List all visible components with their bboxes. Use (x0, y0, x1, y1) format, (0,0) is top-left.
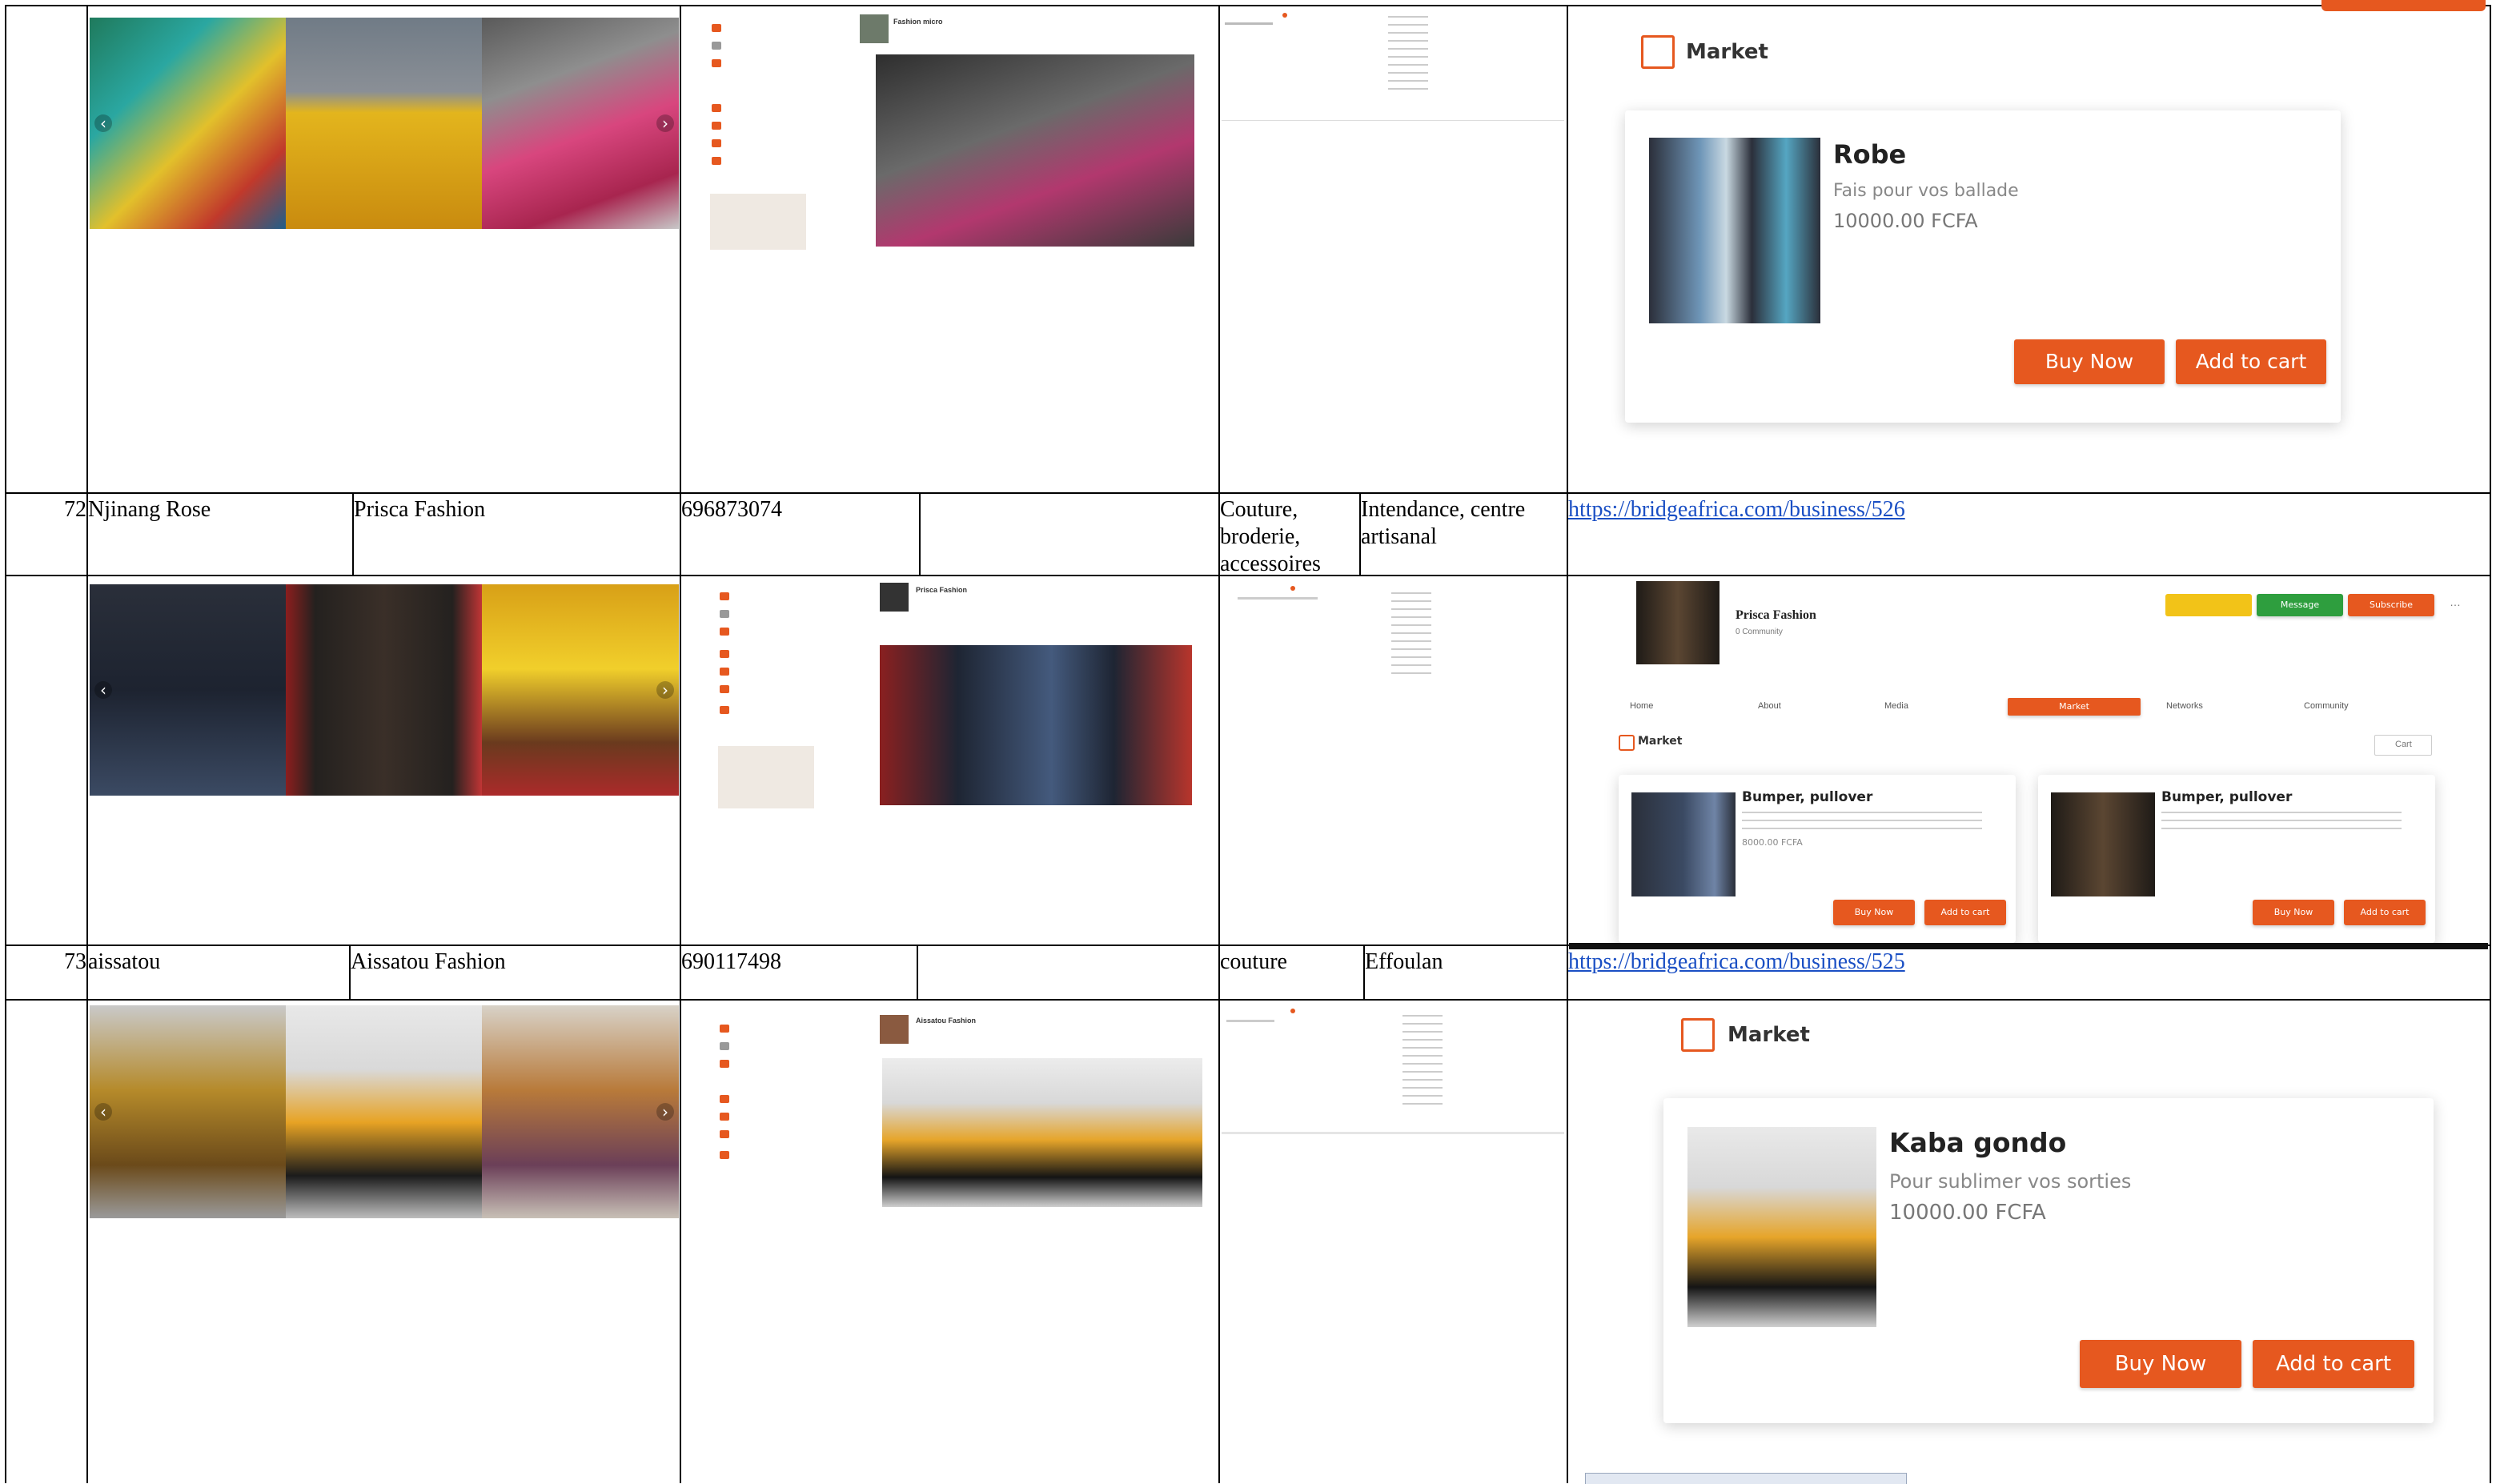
business-page-screenshot: Prisca Fashion 0 Community Message Subsc… (1569, 578, 2488, 949)
contact-thumbnail (1222, 581, 1564, 709)
buy-now-button[interactable]: Buy Now (1833, 900, 1915, 925)
business-link[interactable]: https://bridgeafrica.com/business/525 (1568, 949, 1905, 976)
product-description: Fais pour vos ballade (1833, 181, 2019, 201)
product-card: Robe Fais pour vos ballade 10000.00 FCFA… (1625, 110, 2341, 423)
nav-home[interactable]: Home (1630, 701, 1653, 711)
store-icon (1681, 1018, 1715, 1052)
nav-market[interactable]: Market (2008, 698, 2141, 716)
nav-community[interactable]: Community (2304, 701, 2349, 711)
product-image[interactable] (1687, 1127, 1876, 1327)
profile-name: Fashion micro (893, 18, 943, 26)
message-button[interactable]: Message (2257, 594, 2343, 616)
person-name: Njinang Rose (88, 497, 211, 522)
carousel-next-icon[interactable]: › (656, 114, 674, 132)
carousel-photo: ‹ › (90, 18, 679, 229)
product-image[interactable] (2051, 792, 2155, 896)
product-description: Pour sublimer vos sorties (1889, 1170, 2132, 1193)
location: Effoulan (1365, 949, 1443, 974)
store-icon (1619, 735, 1635, 751)
profile-name: Prisca Fashion (916, 586, 968, 594)
product-name: Bumper, pullover (2161, 789, 2293, 805)
profile-screenshot: Aissatou Fashion (684, 1007, 1212, 1215)
contact-thumbnail (1222, 8, 1564, 121)
product-card: Kaba gondo Pour sublimer vos sorties 100… (1663, 1098, 2434, 1423)
product-name: Robe (1833, 139, 1907, 170)
product-card: Bumper, pullover 8000.00 FCFA Buy Now Ad… (1619, 775, 2016, 943)
market-title: Market (1728, 1023, 1810, 1047)
nav-networks[interactable]: Networks (2166, 701, 2203, 711)
store-icon (1641, 35, 1675, 69)
product-image[interactable] (1631, 792, 1736, 896)
cart-button[interactable]: Cart (2395, 740, 2412, 749)
buy-now-button[interactable]: Buy Now (2253, 900, 2334, 925)
add-to-cart-button[interactable]: Add to cart (2176, 339, 2326, 384)
person-name: aissatou (88, 949, 161, 974)
carousel-next-icon[interactable]: › (656, 681, 674, 699)
market-title: Market (1638, 735, 1683, 748)
community-button[interactable] (2165, 594, 2252, 616)
product-price: 10000.00 FCFA (1833, 210, 1978, 232)
product-image[interactable] (1649, 138, 1820, 323)
carousel-prev-icon[interactable]: ‹ (94, 114, 112, 132)
row-number: 72 (64, 497, 86, 522)
category: Couture, broderie, accessoires (1220, 497, 1321, 576)
product-price: 10000.00 FCFA (1889, 1201, 2046, 1225)
contact-thumbnail (1222, 1004, 1564, 1134)
buy-now-button[interactable]: Buy Now (2014, 339, 2165, 384)
add-to-cart-button[interactable]: Add to cart (1924, 900, 2006, 925)
community-count: 0 Community (1736, 628, 1783, 636)
nav-about[interactable]: About (1758, 701, 1781, 711)
profile-screenshot: Prisca Fashion (684, 578, 1212, 810)
carousel-prev-icon[interactable]: ‹ (94, 1103, 112, 1121)
subscribe-button[interactable]: Subscribe (2348, 594, 2434, 616)
carousel-photo: ‹ › (90, 1005, 679, 1218)
buy-now-button[interactable]: Buy Now (2080, 1340, 2241, 1388)
carousel-prev-icon[interactable]: ‹ (94, 681, 112, 699)
phone-number: 690117498 (681, 949, 781, 974)
carousel-next-icon[interactable]: › (656, 1103, 674, 1121)
nav-media[interactable]: Media (1884, 701, 1908, 711)
phone-number: 696873074 (681, 497, 782, 522)
product-price: 8000.00 FCFA (1742, 837, 1803, 848)
profile-name: Aissatou Fashion (916, 1017, 977, 1025)
add-to-cart-button[interactable]: Add to cart (2344, 900, 2426, 925)
download-bar[interactable] (1585, 1473, 1907, 1484)
profile-screenshot: Fashion micro (684, 10, 1212, 250)
add-to-cart-button[interactable]: Add to cart (2253, 1340, 2414, 1388)
product-card: Bumper, pullover Buy Now Add to cart (2038, 775, 2435, 943)
carousel-photo: ‹ › (90, 584, 679, 796)
business-name: Prisca Fashion (354, 497, 486, 522)
row-number: 73 (64, 949, 86, 974)
spreadsheet-table: 72 Njinang Rose Prisca Fashion 696873074… (0, 0, 2496, 1484)
more-icon[interactable]: … (2450, 596, 2461, 608)
category: couture (1220, 949, 1287, 974)
business-name: Aissatou Fashion (351, 949, 506, 974)
product-name: Kaba gondo (1889, 1127, 2067, 1158)
market-title: Market (1686, 40, 1768, 64)
business-link[interactable]: https://bridgeafrica.com/business/526 (1568, 496, 1905, 523)
product-name: Bumper, pullover (1742, 789, 1873, 805)
business-title: Prisca Fashion (1736, 608, 1816, 622)
location: Intendance, centre artisanal (1361, 497, 1526, 549)
